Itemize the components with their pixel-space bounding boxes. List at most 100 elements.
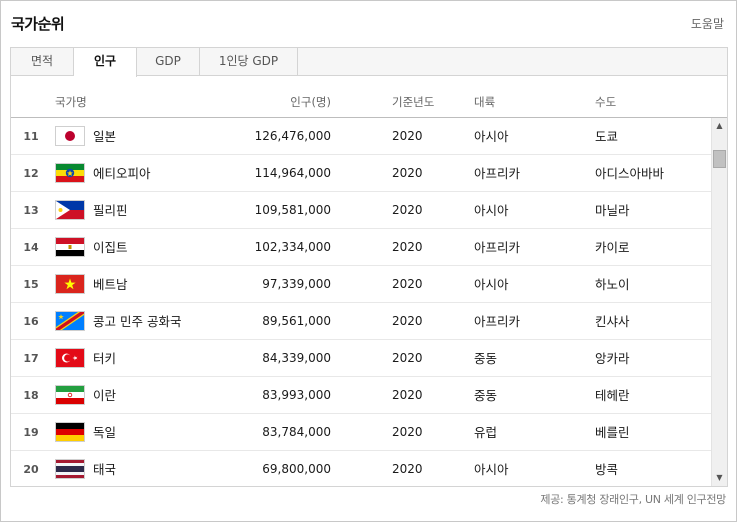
table-row[interactable]: 15 베트남 97,339,000 2020 아시아 하노이 xyxy=(11,266,711,303)
rank-number: 18 xyxy=(23,389,39,402)
country-name[interactable]: 태국 xyxy=(93,451,116,486)
population-value: 109,581,000 xyxy=(254,203,331,217)
rank-number: 17 xyxy=(23,352,39,365)
tab-population[interactable]: 인구 xyxy=(74,48,137,77)
tab-gdp-per-capita[interactable]: 1인당 GDP xyxy=(200,48,298,76)
country-name[interactable]: 독일 xyxy=(93,414,116,451)
continent-value: 아시아 xyxy=(474,203,509,218)
country-name[interactable]: 일본 xyxy=(93,118,116,155)
capital-value: 베를린 xyxy=(595,425,630,440)
continent-value: 아시아 xyxy=(474,277,509,292)
population-value: 97,339,000 xyxy=(262,277,331,291)
country-name[interactable]: 콩고 민주 공화국 xyxy=(93,303,181,340)
iran-flag-icon xyxy=(55,385,85,405)
capital-value: 하노이 xyxy=(595,277,630,292)
egypt-flag-icon xyxy=(55,237,85,257)
ethiopia-flag-icon xyxy=(55,163,85,183)
year-value: 2020 xyxy=(392,203,423,217)
capital-value: 앙카라 xyxy=(595,351,630,366)
table-row[interactable]: 17 터키 84,339,000 2020 중동 앙카라 xyxy=(11,340,711,377)
column-header-year: 기준년도 xyxy=(392,95,435,109)
table-row[interactable]: 12 에티오피아 114,964,000 2020 아프리카 아디스아바바 xyxy=(11,155,711,192)
vietnam-flag-icon xyxy=(55,274,85,294)
population-value: 126,476,000 xyxy=(254,129,331,143)
year-value: 2020 xyxy=(392,388,423,402)
ranking-panel: 면적 인구 GDP 1인당 GDP 국가명 인구(명) 기준년도 대륙 수도 1… xyxy=(10,47,728,487)
thailand-flag-icon xyxy=(55,459,85,479)
continent-value: 아시아 xyxy=(474,462,509,477)
column-header-population: 인구(명) xyxy=(290,95,331,109)
country-ranking-widget: 국가순위 도움말 면적 인구 GDP 1인당 GDP 국가명 인구(명) 기준년… xyxy=(0,0,737,522)
continent-value: 중동 xyxy=(474,388,498,403)
rank-number: 14 xyxy=(23,241,39,254)
country-name[interactable]: 이집트 xyxy=(93,229,128,266)
capital-value: 도쿄 xyxy=(595,129,619,144)
capital-value: 테헤란 xyxy=(595,388,630,403)
population-value: 114,964,000 xyxy=(254,166,331,180)
year-value: 2020 xyxy=(392,314,423,328)
rank-number: 19 xyxy=(23,426,39,439)
capital-value: 아디스아바바 xyxy=(595,166,665,181)
continent-value: 아시아 xyxy=(474,129,509,144)
rank-number: 20 xyxy=(23,463,39,476)
rank-number: 16 xyxy=(23,315,39,328)
dr-congo-flag-icon xyxy=(55,311,85,331)
germany-flag-icon xyxy=(55,422,85,442)
philippines-flag-icon xyxy=(55,200,85,220)
list-scrollbar[interactable]: ▲ ▼ xyxy=(711,118,727,486)
tab-gdp[interactable]: GDP xyxy=(137,48,200,76)
table-row[interactable]: 14 이집트 102,334,000 2020 아프리카 카이로 xyxy=(11,229,711,266)
continent-value: 유럽 xyxy=(474,425,498,440)
year-value: 2020 xyxy=(392,351,423,365)
widget-title: 국가순위 xyxy=(11,15,65,33)
country-name[interactable]: 필리핀 xyxy=(93,192,128,229)
column-header-capital: 수도 xyxy=(595,95,617,109)
country-name[interactable]: 이란 xyxy=(93,377,116,414)
data-source-note: 제공: 통계청 장래인구, UN 세계 인구전망 xyxy=(540,493,726,506)
turkey-flag-icon xyxy=(55,348,85,368)
japan-flag-icon xyxy=(55,126,85,146)
tab-area[interactable]: 면적 xyxy=(11,48,74,76)
country-name[interactable]: 베트남 xyxy=(93,266,128,303)
table-row[interactable]: 20 태국 69,800,000 2020 아시아 방콕 xyxy=(11,451,711,486)
scroll-down-arrow-icon[interactable]: ▼ xyxy=(712,470,727,486)
help-link[interactable]: 도움말 xyxy=(691,15,724,32)
population-value: 83,993,000 xyxy=(262,388,331,402)
year-value: 2020 xyxy=(392,462,423,476)
table-row[interactable]: 11 일본 126,476,000 2020 아시아 도쿄 xyxy=(11,118,711,155)
population-value: 84,339,000 xyxy=(262,351,331,365)
table-row[interactable]: 16 콩고 민주 공화국 89,561,000 2020 아프리카 킨샤사 xyxy=(11,303,711,340)
rank-number: 11 xyxy=(23,130,39,143)
year-value: 2020 xyxy=(392,129,423,143)
population-value: 102,334,000 xyxy=(254,240,331,254)
ranking-list: 11 일본 126,476,000 2020 아시아 도쿄 12 에티오피아 1… xyxy=(11,118,711,486)
rank-number: 13 xyxy=(23,204,39,217)
population-value: 83,784,000 xyxy=(262,425,331,439)
year-value: 2020 xyxy=(392,277,423,291)
year-value: 2020 xyxy=(392,240,423,254)
year-value: 2020 xyxy=(392,166,423,180)
continent-value: 중동 xyxy=(474,351,498,366)
table-row[interactable]: 19 독일 83,784,000 2020 유럽 베를린 xyxy=(11,414,711,451)
column-header-country: 국가명 xyxy=(55,95,87,109)
widget-header: 국가순위 도움말 xyxy=(1,1,736,45)
table-row[interactable]: 18 이란 83,993,000 2020 중동 테헤란 xyxy=(11,377,711,414)
continent-value: 아프리카 xyxy=(474,240,521,255)
column-header-continent: 대륙 xyxy=(474,95,496,109)
scrollbar-thumb[interactable] xyxy=(713,150,726,168)
population-value: 89,561,000 xyxy=(262,314,331,328)
country-name[interactable]: 에티오피아 xyxy=(93,155,151,192)
continent-value: 아프리카 xyxy=(474,166,521,181)
continent-value: 아프리카 xyxy=(474,314,521,329)
rank-number: 12 xyxy=(23,167,39,180)
scroll-up-arrow-icon[interactable]: ▲ xyxy=(712,118,727,134)
tab-bar: 면적 인구 GDP 1인당 GDP xyxy=(11,48,727,77)
capital-value: 방콕 xyxy=(595,462,619,477)
capital-value: 카이로 xyxy=(595,240,630,255)
rank-number: 15 xyxy=(23,278,39,291)
year-value: 2020 xyxy=(392,425,423,439)
country-name[interactable]: 터키 xyxy=(93,340,116,377)
capital-value: 마닐라 xyxy=(595,203,630,218)
table-row[interactable]: 13 필리핀 109,581,000 2020 아시아 마닐라 xyxy=(11,192,711,229)
capital-value: 킨샤사 xyxy=(595,314,630,329)
